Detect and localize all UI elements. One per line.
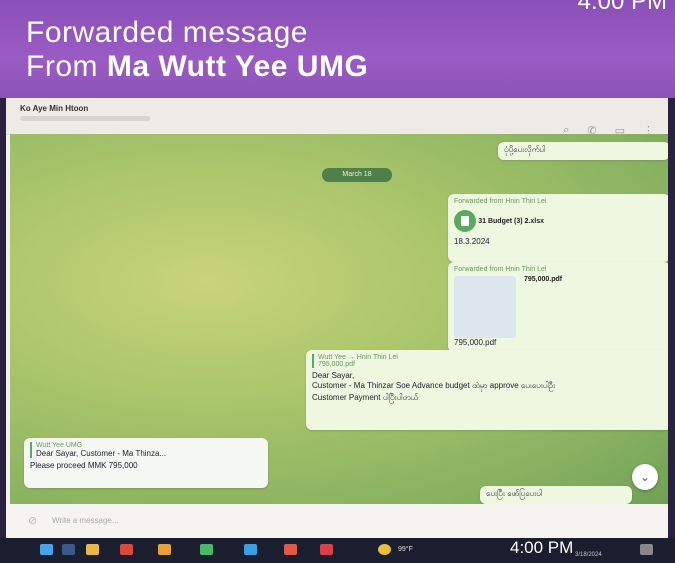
message-text: Dear Sayar, [312,371,355,380]
message-bubble[interactable]: ပုံပို့ပေးလိုက်ပါ [498,142,668,160]
app-icon[interactable] [200,544,213,555]
chrome-icon[interactable] [284,544,297,555]
forwarded-label: Forwarded from Hnin Thiri Lei [454,266,547,273]
forwarded-banner: 4:00 PM Forwarded message From Ma Wutt Y… [0,0,675,98]
reply-quote[interactable]: Wutt Yee → Hnin Thiri Lei 795,000.pdf [312,354,666,368]
quote-author: Wutt Yee UMG [36,442,83,449]
message-bubble[interactable]: Wutt Yee UMG Dear Sayar, Customer - Ma T… [24,438,268,488]
start-icon[interactable] [40,544,53,555]
file-explorer-icon[interactable] [86,544,99,555]
windows-taskbar: 99°F 4:00 PM 3/18/2024 [0,538,675,563]
file-icon[interactable] [454,210,476,232]
clock-time[interactable]: 4:00 PM [510,538,573,558]
attach-icon[interactable]: ⊘ [28,514,37,527]
notification-icon[interactable] [640,544,653,555]
chat-header: Ko Aye Min Htoon ⌕ ✆ ▭ ⋮ [6,98,668,137]
message-input-bar: ⊘ Write a message... [6,504,668,538]
pdf-thumbnail[interactable] [454,276,516,338]
message-caption: 795,000.pdf [454,338,497,347]
search-icon[interactable] [62,544,75,555]
message-bubble[interactable]: ပေးပြီး ဖော်ပြပေးပါ [480,486,632,504]
message-bubble[interactable]: Wutt Yee → Hnin Thiri Lei 795,000.pdf De… [306,350,668,430]
scroll-down-button[interactable]: ⌄ [632,464,658,490]
app-icon[interactable] [158,544,171,555]
from-prefix: From [26,50,98,83]
forwarded-from: From Ma Wutt Yee UMG [26,50,368,84]
message-bubble[interactable]: Forwarded from Hnin Thiri Lei 795,000.pd… [448,262,668,352]
contact-name[interactable]: Ko Aye Min Htoon [20,104,88,113]
contact-status [20,116,150,121]
telegram-window: Ko Aye Min Htoon ⌕ ✆ ▭ ⋮ ပုံပို့ပေးလိုက်… [6,98,668,538]
clock-date[interactable]: 3/18/2024 [575,552,602,558]
chat-area: ပုံပို့ပေးလိုက်ပါ March 18 Forwarded fro… [10,134,668,504]
app-icon[interactable] [120,544,133,555]
message-text: ပေးပြီး ဖော်ပြပေးပါ [486,489,543,498]
telegram-icon[interactable] [244,544,257,555]
app-icon[interactable] [320,544,333,555]
message-text: Please proceed MMK 795,000 [30,461,138,470]
sender-name: Ma Wutt Yee UMG [106,50,369,83]
date-pill: March 18 [322,168,392,182]
forwarded-title: Forwarded message [26,16,308,49]
forwarded-label: Forwarded from Hnin Thiri Lei [454,198,547,205]
top-time: 4:00 PM [577,0,667,15]
file-name[interactable]: 795,000.pdf [524,276,562,338]
quote-text: Dear Sayar, Customer - Ma Thinza... [36,449,167,458]
quote-author: Wutt Yee → Hnin Thiri Lei [318,354,398,361]
message-text: ပုံပို့ပေးလိုက်ပါ [504,145,546,154]
reply-quote[interactable]: Wutt Yee UMG Dear Sayar, Customer - Ma T… [30,442,262,458]
weather-icon [378,544,391,555]
message-text: Customer Payment ပါပြီးပါတယ် [312,393,419,402]
weather-temp: 99°F [398,546,413,553]
file-name[interactable]: 31 Budget (3) 2.xlsx [478,218,544,225]
quote-file: 795,000.pdf [318,361,355,368]
message-bubble[interactable]: Forwarded from Hnin Thiri Lei 31 Budget … [448,194,668,262]
message-caption: 18.3.2024 [454,237,490,246]
message-input[interactable]: Write a message... [52,516,119,525]
message-text: Customer - Ma Thinzar Soe Advance budget… [312,381,556,390]
